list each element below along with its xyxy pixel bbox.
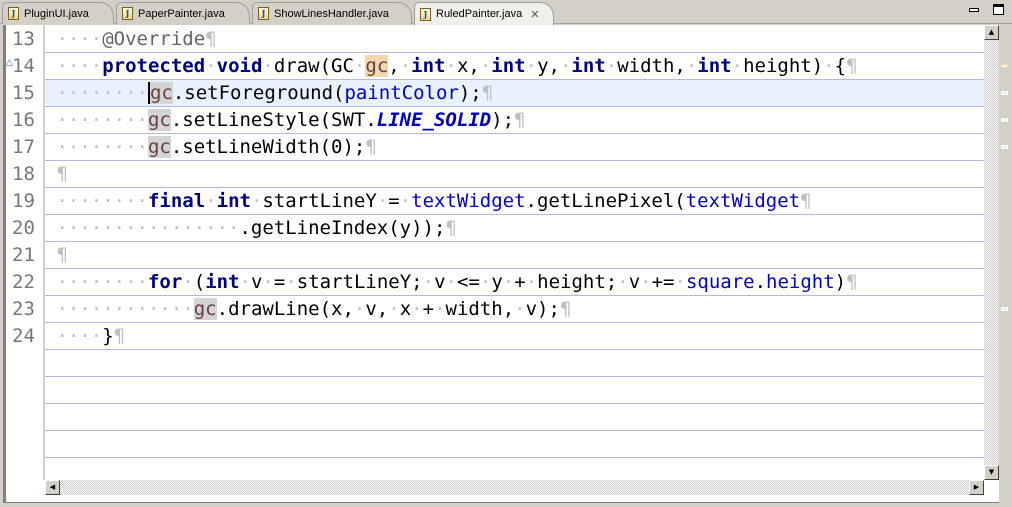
line-number-ruler: △ 13 14 15 16 17 18 19 20 21 22 23 24 (6, 25, 45, 480)
code-area[interactable]: ····@Override¶ ····protected·void·draw(G… (45, 25, 984, 480)
line-number: 17 (12, 136, 35, 158)
maximize-icon[interactable] (993, 4, 1004, 15)
line-number: 22 (12, 271, 35, 293)
line-number: 21 (12, 244, 35, 266)
minimize-icon[interactable] (969, 7, 979, 12)
code-line[interactable]: ········ gc.setForeground(paintColor);¶ (45, 80, 984, 107)
ruled-line (45, 376, 984, 377)
editor-tab-bar: J PluginUI.java J PaperPainter.java J Sh… (0, 0, 1012, 25)
close-icon[interactable]: ✕ (530, 8, 539, 21)
ruled-line (45, 457, 984, 458)
vertical-scrollbar[interactable]: ▲ ▼ (984, 25, 999, 480)
java-file-icon: J (8, 7, 19, 20)
line-number: 23 (12, 298, 35, 320)
tab-label: PluginUI.java (24, 7, 89, 20)
java-file-icon: J (420, 7, 431, 21)
ruled-line (45, 403, 984, 404)
java-file-icon: J (122, 7, 133, 20)
scroll-left-button[interactable]: ◀ (45, 480, 60, 495)
tab-label: PaperPainter.java (138, 7, 225, 20)
occurrence-marker[interactable] (1001, 91, 1008, 95)
occurrence-marker[interactable] (1001, 307, 1008, 311)
scroll-right-button[interactable]: ▶ (969, 480, 984, 495)
code-line[interactable]: ········for·(int·v·=·startLineY;·v·<=·y·… (45, 269, 984, 296)
tab-showlineshandler[interactable]: J ShowLinesHandler.java (252, 2, 412, 24)
tab-paperpainter[interactable]: J PaperPainter.java (116, 2, 250, 24)
tab-label: ShowLinesHandler.java (274, 7, 389, 20)
code-line[interactable]: ····protected·void·draw(GC·gc,·int·x,·in… (45, 53, 984, 80)
tab-label: RuledPainter.java (436, 8, 523, 20)
code-line[interactable]: ················.getLineIndex(y));¶ (45, 215, 984, 242)
tab-pluginui[interactable]: J PluginUI.java (2, 2, 114, 24)
code-line[interactable]: ············gc.drawLine(x,·v,·x·+·width,… (45, 296, 984, 323)
line-number: 15 (12, 82, 35, 104)
code-line[interactable]: ········final·int·startLineY·=·textWidge… (45, 188, 984, 215)
code-line[interactable]: ¶ (45, 161, 984, 188)
scroll-up-button[interactable]: ▲ (984, 25, 999, 40)
java-file-icon: J (258, 7, 269, 20)
line-number: 19 (12, 190, 35, 212)
code-line[interactable]: ········gc.setLineStyle(SWT.LINE_SOLID);… (45, 107, 984, 134)
code-editor[interactable]: △ 13 14 15 16 17 18 19 20 21 22 23 24 ··… (3, 25, 1009, 503)
overview-ruler[interactable] (999, 25, 1009, 503)
code-line[interactable]: ····@Override¶ (45, 26, 984, 53)
line-number: 20 (12, 217, 35, 239)
line-number: 14 (12, 55, 35, 77)
occurrence-marker[interactable] (1001, 64, 1008, 68)
line-number: 16 (12, 109, 35, 131)
line-number: 13 (12, 28, 35, 50)
scroll-down-button[interactable]: ▼ (984, 465, 999, 480)
tab-ruledpainter[interactable]: J RuledPainter.java ✕ (414, 2, 554, 25)
occurrence-marker[interactable] (1001, 118, 1008, 122)
code-line[interactable]: ········gc.setLineWidth(0);¶ (45, 134, 984, 161)
code-line[interactable]: ····}¶ (45, 323, 984, 350)
code-line[interactable]: ¶ (45, 242, 984, 269)
line-number: 24 (12, 325, 35, 347)
horizontal-scrollbar[interactable]: ◀ ▶ (45, 480, 984, 495)
ruled-line (45, 430, 984, 431)
occurrence-marker[interactable] (1001, 145, 1008, 149)
line-number: 18 (12, 163, 35, 185)
